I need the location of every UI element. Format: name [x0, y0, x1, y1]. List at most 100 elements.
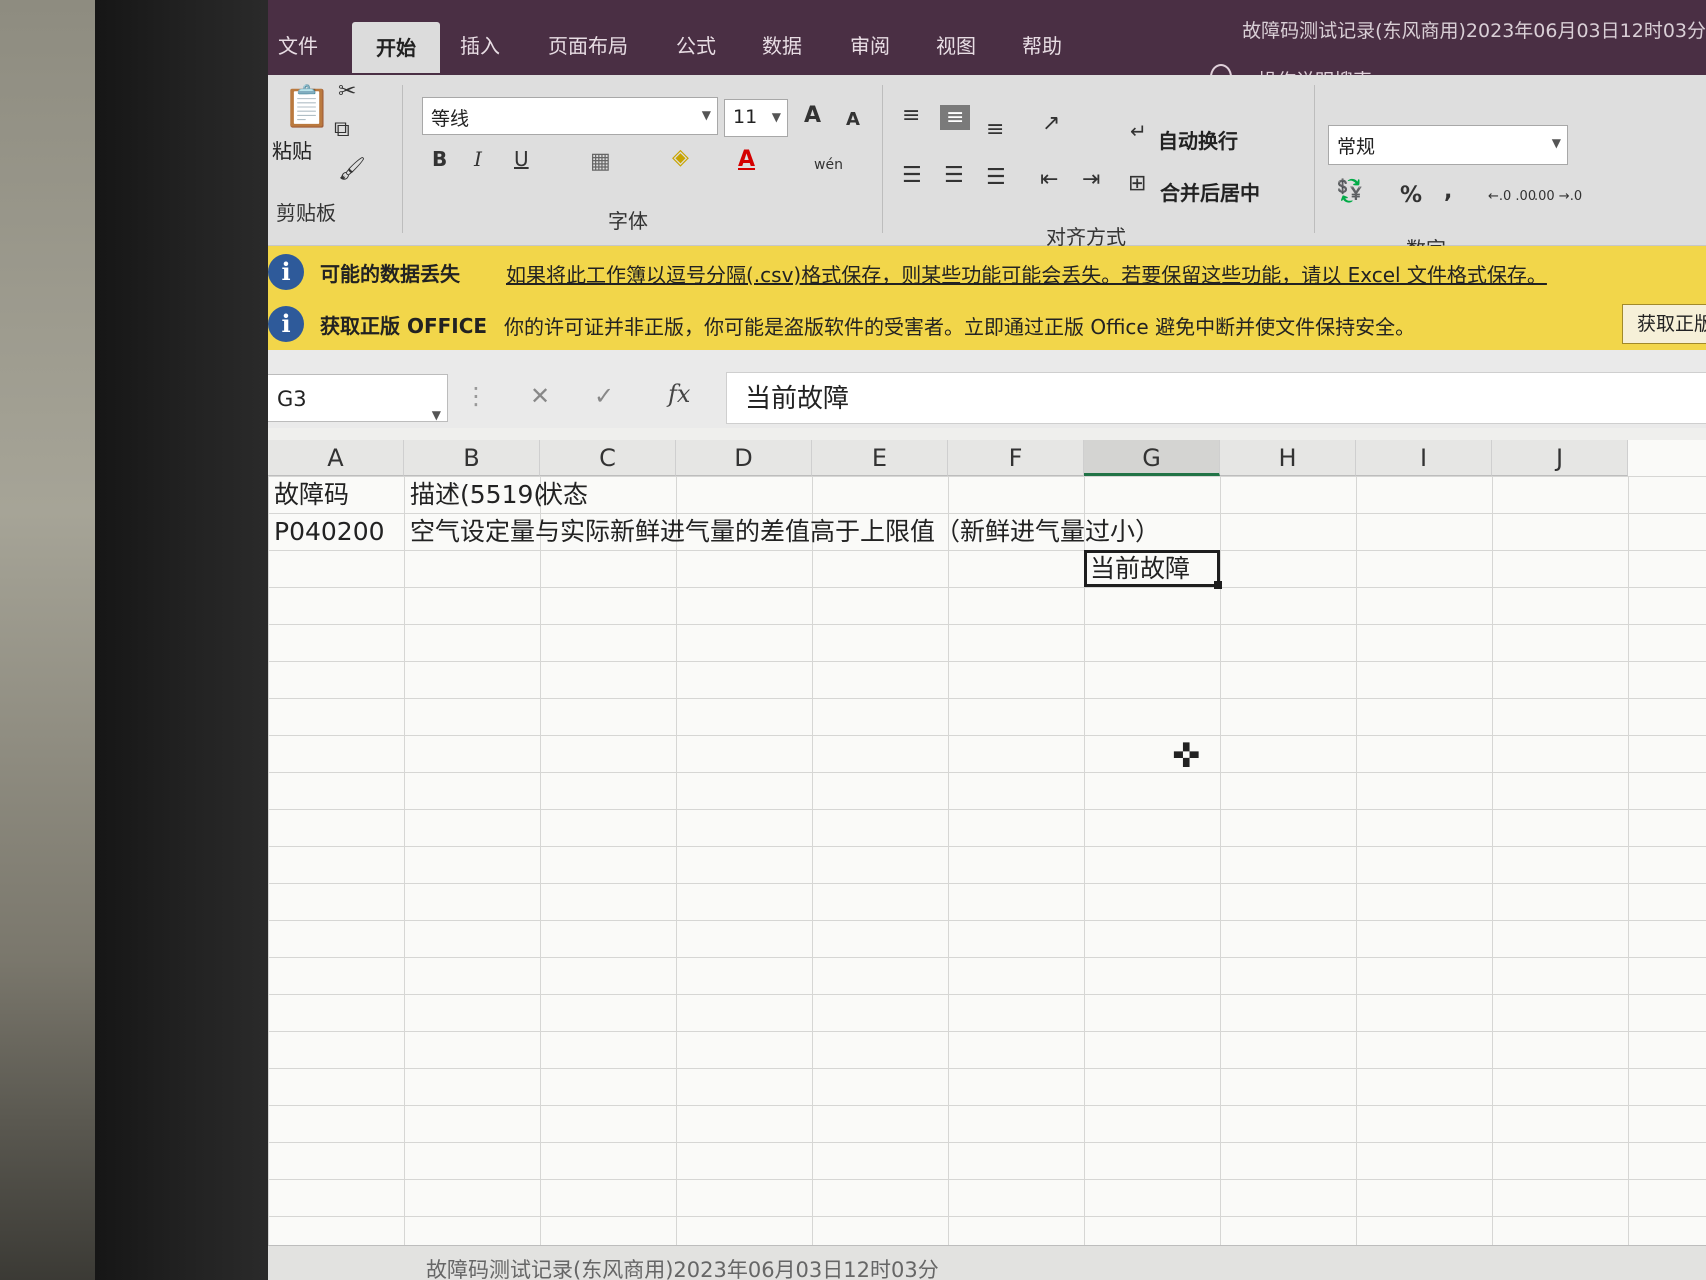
comma-style-button[interactable]: , — [1444, 179, 1452, 204]
tab-data[interactable]: 数据 — [762, 30, 802, 59]
separator — [402, 85, 403, 233]
bold-button[interactable]: B — [432, 147, 447, 171]
enter-formula-button[interactable]: ✓ — [594, 382, 614, 410]
font-group-label: 字体 — [608, 209, 648, 233]
worksheet-grid: ABCDEFGHIJ 12345678910111213141516171819… — [268, 440, 1706, 1280]
column-header-h[interactable]: H — [1220, 440, 1356, 476]
tab-insert[interactable]: 插入 — [460, 30, 500, 59]
align-top-icon[interactable]: ≡ — [902, 103, 920, 128]
merge-center-button[interactable]: 合并后居中 — [1160, 177, 1260, 206]
column-header-g[interactable]: G — [1084, 440, 1220, 476]
font-size-select[interactable]: 11 ▼ — [724, 99, 788, 137]
merge-center-icon[interactable]: ⊞ — [1128, 171, 1146, 196]
accounting-format-icon[interactable]: 💱 — [1336, 179, 1363, 204]
decrease-indent-icon[interactable]: ⇤ — [1040, 167, 1058, 192]
name-box-value: G3 — [277, 387, 307, 411]
excel-window: 文件 开始 插入 页面布局 公式 数据 审阅 视图 帮助 故障码测试记录(东风商… — [268, 0, 1706, 1280]
wrap-text-button[interactable]: 自动换行 — [1158, 125, 1238, 154]
chevron-down-icon: ▼ — [431, 408, 441, 422]
shrink-font-button[interactable]: A — [846, 109, 860, 130]
align-right-icon[interactable]: ☰ — [986, 165, 1006, 190]
cell-A2[interactable]: P040200 — [268, 513, 385, 550]
chevron-down-icon: ▼ — [771, 110, 781, 124]
column-header-a[interactable]: A — [268, 440, 404, 476]
cancel-formula-button[interactable]: ✕ — [530, 382, 550, 410]
align-left-icon[interactable]: ☰ — [902, 163, 922, 188]
align-center-icon[interactable]: ☰ — [944, 163, 964, 188]
tab-page-layout[interactable]: 页面布局 — [548, 30, 628, 59]
formula-bar: G3 ▼ ⋮ ✕ ✓ fx 当前故障 — [268, 350, 1706, 428]
sheet-tab-bar: 故障码测试记录(东风商用)2023年06月03日12时03分 — [268, 1245, 1706, 1280]
cell-B1[interactable]: 描述(5519( — [404, 476, 543, 513]
separator — [1314, 85, 1315, 233]
column-header-b[interactable]: B — [404, 440, 540, 476]
csv-warning-title: 可能的数据丢失 — [320, 262, 460, 286]
info-icon: i — [268, 254, 304, 290]
underline-button[interactable]: U — [514, 147, 529, 171]
tab-review[interactable]: 审阅 — [850, 30, 890, 59]
monitor-bezel — [95, 0, 285, 1280]
column-header-j[interactable]: J — [1492, 440, 1628, 476]
chevron-down-icon: ▼ — [1551, 136, 1561, 150]
column-header-c[interactable]: C — [540, 440, 676, 476]
format-painter-icon[interactable]: 🖌 — [338, 157, 366, 182]
tab-help[interactable]: 帮助 — [1022, 30, 1062, 59]
column-header-e[interactable]: E — [812, 440, 948, 476]
info-icon: i — [268, 306, 304, 342]
tab-file[interactable]: 文件 — [278, 30, 318, 59]
active-cell-border — [1084, 550, 1220, 587]
wrap-text-icon[interactable]: ↵ — [1130, 119, 1147, 143]
separator — [882, 85, 883, 233]
borders-icon[interactable]: ▦ — [590, 149, 611, 174]
number-format-value: 常规 — [1337, 136, 1376, 158]
font-name-value: 等线 — [431, 108, 470, 130]
font-name-select[interactable]: 等线 ▼ — [422, 97, 718, 135]
decrease-decimal-button[interactable]: .00 →.0 — [1534, 189, 1582, 204]
font-color-button[interactable]: A — [738, 147, 755, 172]
license-warning-title: 获取正版 OFFICE — [320, 314, 488, 338]
fill-handle[interactable] — [1214, 581, 1222, 589]
csv-warning-message[interactable]: 如果将此工作簿以逗号分隔(.csv)格式保存，则某些功能可能会丢失。若要保留这些… — [506, 259, 1547, 288]
name-box[interactable]: G3 ▼ — [268, 374, 448, 422]
cell-A1[interactable]: 故障码 — [268, 476, 349, 513]
cursor-icon: ✜ — [1172, 736, 1201, 776]
align-middle-icon[interactable]: ≡ — [940, 105, 971, 130]
license-warning-message: 你的许可证并非正版，你可能是盗版软件的受害者。立即通过正版 Office 避免中… — [504, 315, 1416, 339]
cell-C1[interactable]: 状态 — [532, 476, 588, 513]
align-bottom-icon[interactable]: ≡ — [986, 117, 1004, 142]
fill-color-icon[interactable]: ◈ — [672, 145, 689, 170]
csv-warning-bar: i 可能的数据丢失 如果将此工作簿以逗号分隔(.csv)格式保存，则某些功能可能… — [268, 246, 1706, 299]
increase-decimal-button[interactable]: ←.0 .00 — [1488, 189, 1536, 204]
italic-button[interactable]: I — [474, 147, 482, 171]
paste-icon[interactable]: 📋 — [282, 83, 332, 130]
cell-area[interactable]: 故障码 描述(5519( 状态 P040200 空气设定量与实际新鲜进气量的差值… — [268, 476, 1706, 1280]
percent-style-button[interactable]: % — [1400, 183, 1422, 208]
chevron-down-icon: ▼ — [701, 108, 711, 122]
tab-home[interactable]: 开始 — [352, 22, 440, 73]
sheet-tab[interactable]: 故障码测试记录(东风商用)2023年06月03日12时03分 — [426, 1254, 939, 1280]
column-header-f[interactable]: F — [948, 440, 1084, 476]
formula-input[interactable]: 当前故障 — [726, 372, 1706, 424]
cut-icon[interactable]: ✂ — [338, 79, 356, 104]
paste-button[interactable]: 粘贴 — [272, 135, 312, 164]
clipboard-group-label: 剪贴板 — [276, 201, 336, 225]
phonetic-guide-button[interactable]: wén — [814, 157, 843, 173]
insert-function-button[interactable]: fx — [668, 380, 690, 408]
grow-font-button[interactable]: A — [804, 103, 821, 128]
copy-icon[interactable]: ⧉ — [334, 117, 350, 142]
column-header-i[interactable]: I — [1356, 440, 1492, 476]
number-format-select[interactable]: 常规 ▼ — [1328, 125, 1568, 165]
window-title: 故障码测试记录(东风商用)2023年06月03日12时03分 — [1242, 20, 1706, 42]
tab-formulas[interactable]: 公式 — [676, 30, 716, 59]
tab-view[interactable]: 视图 — [936, 30, 976, 59]
more-icon: ⋮ — [464, 382, 488, 410]
license-warning-bar: i 获取正版 OFFICE 你的许可证并非正版，你可能是盗版软件的受害者。立即通… — [268, 298, 1706, 351]
increase-indent-icon[interactable]: ⇥ — [1082, 167, 1100, 192]
font-size-value: 11 — [733, 106, 758, 128]
get-genuine-button[interactable]: 获取正版 — [1621, 304, 1706, 344]
ribbon-home: 📋 粘贴 ✂ ⧉ 🖌 剪贴板 等线 ▼ 11 ▼ A A B I U ▦ ◈ A… — [268, 75, 1706, 261]
ribbon-tab-bar: 文件 开始 插入 页面布局 公式 数据 审阅 视图 帮助 故障码测试记录(东风商… — [268, 0, 1706, 75]
column-header-d[interactable]: D — [676, 440, 812, 476]
orientation-icon[interactable]: ↗ — [1042, 111, 1060, 136]
cell-B2[interactable]: 空气设定量与实际新鲜进气量的差值高于上限值（新鲜进气量过小） — [404, 513, 1160, 550]
